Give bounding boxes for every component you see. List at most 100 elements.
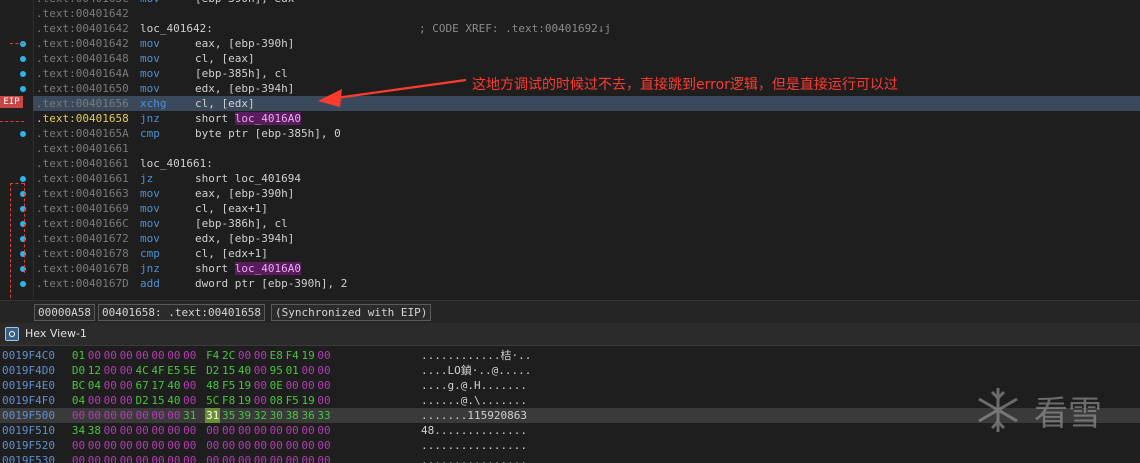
hex-byte[interactable]: 00 [119, 453, 134, 463]
hex-byte[interactable]: 00 [87, 438, 102, 453]
hex-byte[interactable]: 4C [135, 363, 150, 378]
hex-byte[interactable]: 00 [119, 423, 134, 438]
hex-byte[interactable]: 00 [103, 393, 118, 408]
hex-byte[interactable]: 00 [166, 348, 181, 363]
disasm-line[interactable]: .text:00401669 mov cl, [eax+1] [33, 201, 1140, 216]
hex-byte[interactable]: 00 [103, 348, 118, 363]
disasm-line[interactable]: .text:00401672 mov edx, [ebp-394h] [33, 231, 1140, 246]
disasm-line[interactable]: .text:00401678 cmp cl, [edx+1] [33, 246, 1140, 261]
hex-byte[interactable]: 00 [87, 408, 102, 423]
hex-byte[interactable]: 00 [103, 378, 118, 393]
hex-byte[interactable]: 00 [237, 348, 252, 363]
jump-target-ref[interactable]: loc_4016A0 [234, 112, 301, 125]
disasm-line[interactable]: .text:00401663 mov eax, [ebp-390h] [33, 186, 1140, 201]
hex-byte[interactable]: 00 [237, 423, 252, 438]
hex-byte[interactable]: 39 [237, 408, 252, 423]
hex-byte[interactable]: 00 [317, 393, 332, 408]
hex-byte[interactable]: 01 [71, 348, 86, 363]
hex-byte[interactable]: D0 [71, 363, 86, 378]
hex-byte[interactable]: 19 [301, 348, 316, 363]
hex-byte[interactable]: 00 [221, 438, 236, 453]
hex-byte[interactable]: 00 [166, 453, 181, 463]
hex-byte[interactable]: 00 [221, 423, 236, 438]
hex-byte[interactable]: 01 [285, 363, 300, 378]
hex-byte[interactable]: 00 [87, 453, 102, 463]
hex-byte[interactable]: 00 [285, 423, 300, 438]
hex-byte[interactable]: 00 [253, 363, 268, 378]
hex-byte[interactable]: 00 [301, 438, 316, 453]
hex-byte[interactable]: 00 [103, 423, 118, 438]
hex-byte[interactable]: 00 [269, 423, 284, 438]
hex-row[interactable]: 0019F530 00 00 00 00 00 00 00 00 00 00 00 00 00 00 00 00… [0, 453, 1140, 463]
hex-byte[interactable]: 00 [205, 423, 220, 438]
hex-byte[interactable]: 00 [119, 438, 134, 453]
hex-byte[interactable]: D2 [205, 363, 220, 378]
hex-byte[interactable]: 95 [269, 363, 284, 378]
hex-byte[interactable]: 00 [87, 348, 102, 363]
xref-comment[interactable]: ; CODE XREF: .text:00401692↓j [419, 21, 611, 36]
disasm-line[interactable]: .text:0040167D add dword ptr [ebp-390h], 2 [33, 276, 1140, 291]
hex-byte[interactable]: 00 [205, 438, 220, 453]
hex-byte[interactable]: 36 [301, 408, 316, 423]
hex-byte[interactable]: 00 [119, 378, 134, 393]
hex-byte[interactable]: 32 [253, 408, 268, 423]
hex-byte[interactable]: 19 [237, 378, 252, 393]
hex-byte[interactable]: 00 [135, 408, 150, 423]
hex-byte[interactable]: 00 [253, 438, 268, 453]
hex-byte[interactable]: 31 [205, 408, 221, 423]
hex-byte[interactable]: 00 [253, 423, 268, 438]
disasm-line[interactable]: .text:0040166C mov [ebp-386h], cl [33, 216, 1140, 231]
hex-byte[interactable]: E8 [269, 348, 284, 363]
hex-byte[interactable]: 00 [166, 438, 181, 453]
hex-byte[interactable]: 00 [317, 348, 332, 363]
hex-row[interactable]: 0019F520 00 00 00 00 00 00 00 00 00 00 00 00 00 00 00 00… [0, 438, 1140, 453]
hex-byte[interactable]: 00 [237, 453, 252, 463]
hex-byte[interactable]: 00 [253, 378, 268, 393]
hex-byte[interactable]: 15 [221, 363, 236, 378]
disasm-line[interactable]: .text:00401661 jz short loc_401694 [33, 171, 1140, 186]
hex-byte[interactable]: 00 [151, 423, 166, 438]
hex-byte[interactable]: 31 [182, 408, 197, 423]
hex-byte[interactable]: 00 [317, 453, 332, 463]
hex-byte[interactable]: 34 [71, 423, 86, 438]
hex-byte[interactable]: 30 [269, 408, 284, 423]
disasm-line[interactable]: .text:00401658 jnz short loc_4016A0 [33, 111, 1140, 126]
hex-byte[interactable]: F5 [221, 378, 236, 393]
hex-byte[interactable]: 00 [151, 348, 166, 363]
hex-byte[interactable]: 00 [301, 453, 316, 463]
hex-byte[interactable]: 00 [285, 378, 300, 393]
hex-byte[interactable]: 00 [166, 408, 181, 423]
disasm-line[interactable]: .text:00401656 xchg cl, [edx] [33, 96, 1140, 111]
hex-byte[interactable]: 00 [119, 348, 134, 363]
hex-byte[interactable]: 00 [285, 453, 300, 463]
hex-byte[interactable]: 00 [119, 408, 134, 423]
hex-byte[interactable]: 67 [135, 378, 150, 393]
hex-byte[interactable]: 08 [269, 393, 284, 408]
hex-byte[interactable]: 00 [182, 453, 197, 463]
hex-byte[interactable]: 00 [237, 438, 252, 453]
hex-byte[interactable]: 2C [221, 348, 236, 363]
jump-target-ref[interactable]: loc_4016A0 [234, 262, 301, 275]
hex-byte[interactable]: F8 [221, 393, 236, 408]
hex-byte[interactable]: 00 [317, 438, 332, 453]
hex-byte[interactable]: 00 [151, 453, 166, 463]
hex-byte[interactable]: 00 [87, 393, 102, 408]
code-label[interactable]: loc_401661: [140, 156, 213, 171]
hex-byte[interactable]: 00 [269, 438, 284, 453]
hex-byte[interactable]: 00 [205, 453, 220, 463]
code-label[interactable]: loc_401642: [140, 21, 213, 36]
hex-byte[interactable]: 00 [301, 378, 316, 393]
disasm-line[interactable]: .text:00401642 loc_401642: ; CODE XREF: .t… [33, 21, 1140, 36]
hex-byte[interactable]: 38 [285, 408, 300, 423]
hex-byte[interactable]: 00 [253, 348, 268, 363]
disasm-line[interactable]: .text:00401642 [33, 6, 1140, 21]
hex-row[interactable]: 0019F4D0 D0 12 00 00 4C 4F E5 5E D2 15 40 00 95 01 00 00… [0, 363, 1140, 378]
hex-byte[interactable]: 33 [317, 408, 332, 423]
hex-byte[interactable]: 00 [269, 453, 284, 463]
hex-byte[interactable]: 00 [166, 423, 181, 438]
hex-byte[interactable]: 00 [285, 438, 300, 453]
hex-byte[interactable]: D2 [135, 393, 150, 408]
hex-byte[interactable]: 00 [135, 438, 150, 453]
hex-byte[interactable]: 00 [135, 453, 150, 463]
hex-byte[interactable]: 00 [253, 453, 268, 463]
